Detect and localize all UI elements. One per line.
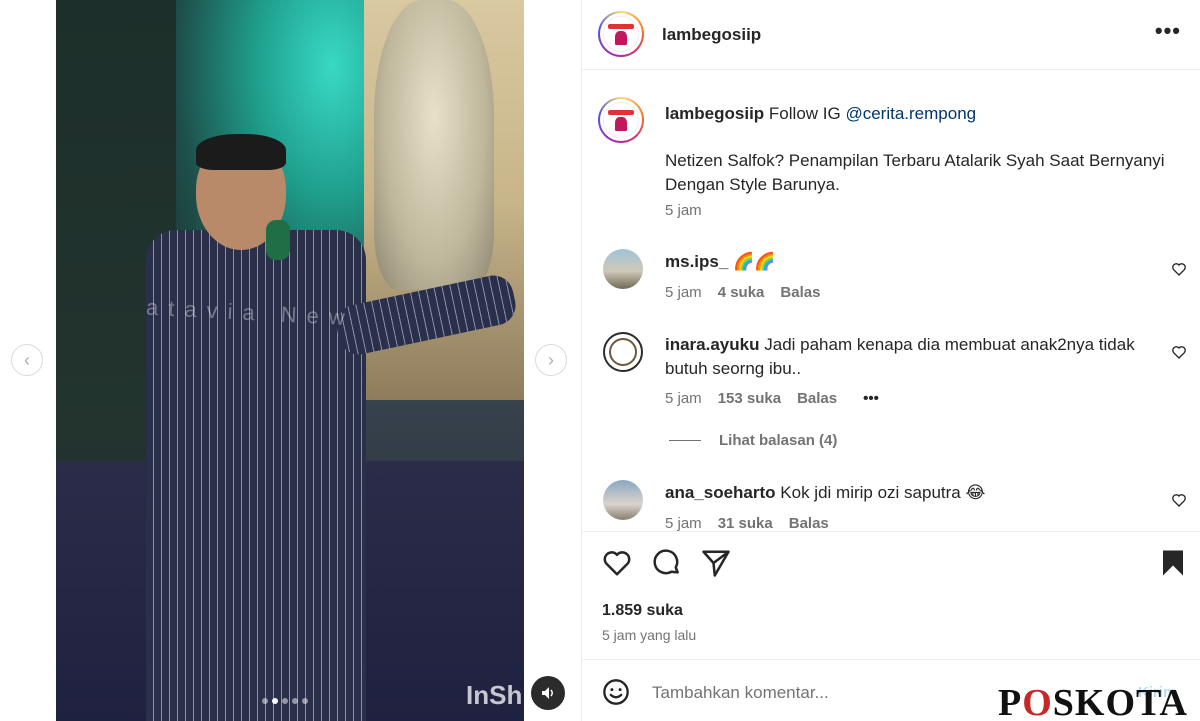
author-username[interactable]: lambegosiip: [662, 25, 761, 45]
comment-body: inara.ayuku Jadi paham kenapa dia membua…: [665, 333, 1155, 381]
comment-likes[interactable]: 31 suka: [718, 515, 773, 531]
view-replies-label: Lihat balasan (4): [719, 432, 838, 449]
video-singer-hair: [196, 134, 286, 170]
author-avatar[interactable]: [598, 11, 644, 57]
comment-text: 🌈🌈: [733, 252, 776, 271]
comment-bubble-icon[interactable]: [652, 548, 682, 578]
comment-username[interactable]: inara.ayuku: [665, 335, 760, 354]
poskota-letter-o: O: [1022, 682, 1053, 721]
emoji-smiley-icon[interactable]: [602, 678, 630, 706]
comment-body: ana_soeharto Kok jdi mirip ozi saputra 😂: [665, 481, 1155, 505]
comment-body: ms.ips_ 🌈🌈: [665, 250, 1155, 274]
carousel-dot: [302, 698, 308, 704]
video-statue: [374, 0, 494, 290]
like-count[interactable]: 1.859 suka: [602, 602, 683, 620]
comment-time[interactable]: 5 jam: [665, 390, 702, 407]
comment-time[interactable]: 5 jam: [665, 515, 702, 531]
caption-prefix: Follow IG: [768, 104, 841, 123]
save-bookmark-icon[interactable]: [1158, 548, 1188, 578]
like-heart-icon[interactable]: [602, 548, 632, 578]
post-actions: 1.859 suka 5 jam yang lalu: [582, 531, 1200, 659]
previous-slide-button[interactable]: ‹: [11, 344, 43, 376]
comment-options-icon[interactable]: •••: [863, 390, 879, 407]
carousel-dot: [282, 698, 288, 704]
poskota-letter: P: [998, 682, 1023, 721]
reply-button[interactable]: Balas: [780, 284, 820, 301]
comment-like-heart-icon[interactable]: [1171, 261, 1187, 277]
caption-text: Netizen Salfok? Penampilan Terbaru Atala…: [665, 151, 1165, 194]
poskota-watermark-logo: POSKOTA: [998, 684, 1188, 721]
post-time[interactable]: 5 jam yang lalu: [602, 627, 696, 643]
post-header: lambegosiip •••: [582, 0, 1200, 70]
comment-username[interactable]: ms.ips_: [665, 252, 728, 271]
chevron-left-icon: ‹: [24, 349, 30, 370]
more-options-icon[interactable]: •••: [1155, 18, 1181, 44]
comment-meta: 5 jam 153 suka Balas •••: [665, 390, 879, 407]
replies-divider: [669, 440, 701, 441]
caption-mention-link[interactable]: @cerita.rempong: [845, 104, 976, 123]
video-editor-watermark: InSh: [466, 680, 523, 710]
comment-likes[interactable]: 4 suka: [718, 284, 765, 301]
comment-like-heart-icon[interactable]: [1171, 492, 1187, 508]
carousel-dot: [262, 698, 268, 704]
caption-meta: 5 jam: [665, 202, 702, 219]
chevron-right-icon: ›: [548, 349, 554, 370]
speaker-icon: [542, 687, 553, 699]
poskota-letters: SKOTA: [1052, 682, 1188, 721]
carousel-dot-active: [272, 698, 278, 704]
video-microphone: [266, 220, 290, 260]
comment-meta: 5 jam 4 suka Balas: [665, 284, 820, 301]
carousel-dot: [292, 698, 298, 704]
comment-time[interactable]: 5 jam: [665, 284, 702, 301]
comment-avatar[interactable]: [603, 249, 643, 289]
comment-username[interactable]: ana_soeharto: [665, 483, 776, 502]
carousel-indicator: [262, 698, 308, 704]
caption-header: lambegosiip Follow IG @cerita.rempong: [665, 104, 976, 124]
share-send-icon[interactable]: [701, 548, 731, 578]
reply-button[interactable]: Balas: [797, 390, 837, 407]
comment-likes[interactable]: 153 suka: [718, 390, 781, 407]
comments-list[interactable]: lambegosiip Follow IG @cerita.rempong Ne…: [582, 71, 1200, 531]
comment-like-heart-icon[interactable]: [1171, 344, 1187, 360]
comment-text: Kok jdi mirip ozi saputra 😂: [780, 483, 986, 502]
lambegosiip-logo-icon: [603, 102, 639, 138]
comment-avatar[interactable]: [603, 332, 643, 372]
media-area: atavia New InSh ‹ ›: [0, 0, 581, 721]
next-slide-button[interactable]: ›: [535, 344, 567, 376]
comment-avatar[interactable]: [603, 480, 643, 520]
caption-username[interactable]: lambegosiip: [665, 104, 764, 123]
reply-button[interactable]: Balas: [789, 515, 829, 531]
toggle-sound-button[interactable]: [531, 676, 565, 710]
comment-meta: 5 jam 31 suka Balas: [665, 515, 829, 531]
lambegosiip-logo-icon: [603, 16, 639, 52]
caption-author-avatar[interactable]: [598, 97, 644, 143]
post-details-panel: lambegosiip ••• lambegosiip Follow IG @c…: [581, 0, 1200, 721]
post-video[interactable]: atavia New InSh: [56, 0, 524, 721]
caption-time[interactable]: 5 jam: [665, 202, 702, 219]
view-replies-button[interactable]: Lihat balasan (4): [669, 432, 837, 449]
